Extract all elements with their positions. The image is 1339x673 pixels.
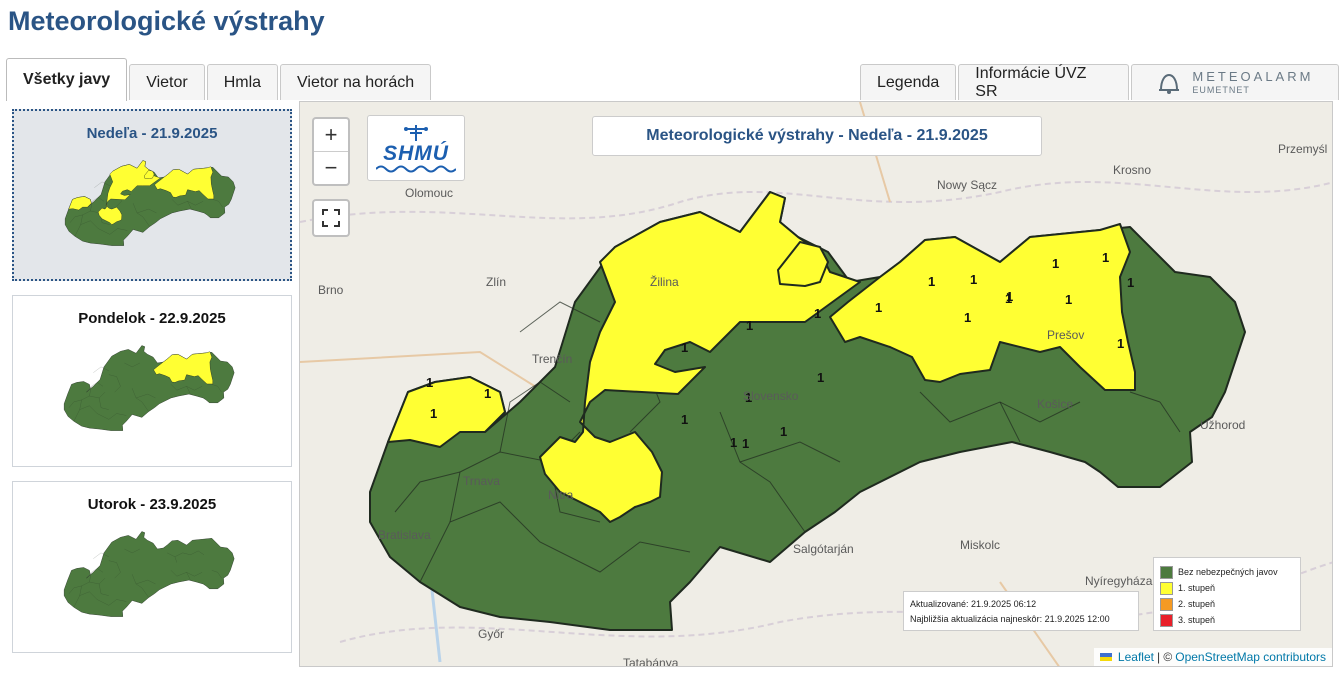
city-label: Trnava xyxy=(463,474,500,488)
day-label: Utorok - 23.9.2025 xyxy=(87,496,217,513)
city-label: Prešov xyxy=(1047,328,1085,342)
legend-label: 1. stupeň xyxy=(1178,583,1216,593)
city-label: Slovensko xyxy=(743,389,799,403)
city-label: Užhorod xyxy=(1200,418,1246,432)
legend-swatch xyxy=(1160,613,1173,627)
warning-level-label: 1 xyxy=(1117,336,1124,351)
day-card-sunday[interactable]: Nedeľa - 21.9.2025 xyxy=(12,109,292,281)
warning-level-label: 1 xyxy=(1052,256,1059,271)
city-label: Salgótarján xyxy=(793,542,854,556)
ukraine-flag-icon xyxy=(1099,653,1112,661)
legend-row: 2. stupeň xyxy=(1160,596,1294,612)
day-label: Nedeľa - 21.9.2025 xyxy=(86,125,218,142)
shmu-logo-text: SHMÚ xyxy=(383,141,449,165)
shmu-logo: SHMÚ xyxy=(367,115,465,181)
warning-level-label: 1 xyxy=(875,300,882,315)
warning-level-label: 1 xyxy=(484,386,491,401)
city-label: Trenčín xyxy=(532,352,573,366)
legend-swatch xyxy=(1160,581,1173,595)
city-label: Krosno xyxy=(1113,163,1152,177)
map-attribution: Leaflet | © OpenStreetMap contributors xyxy=(1093,648,1332,666)
warning-level-label: 1 xyxy=(970,272,977,287)
legend-label: 2. stupeň xyxy=(1178,599,1216,609)
legend-row: 3. stupeň xyxy=(1160,612,1294,628)
warning-level-label: 1 xyxy=(742,436,749,451)
warning-level-label: 1 xyxy=(1006,289,1013,304)
meteoalarm-subtitle: EUMETNET xyxy=(1192,85,1250,95)
day-card-tuesday[interactable]: Utorok - 23.9.2025 xyxy=(12,481,292,653)
city-label: Zlín xyxy=(486,275,507,289)
map-legend: Bez nebezpečných javov 1. stupeň 2. stup… xyxy=(1153,557,1301,631)
warning-level-label: 1 xyxy=(964,310,971,325)
city-label: Győr xyxy=(478,627,505,641)
city-label: Bratislava xyxy=(378,528,431,542)
fullscreen-button[interactable] xyxy=(312,199,350,237)
legend-swatch xyxy=(1160,565,1173,579)
update-info-box: Aktualizované: 21.9.2025 06:12 Najbližši… xyxy=(903,591,1139,631)
info-tabs: Legenda Informácie ÚVZ SR METEOALARM EUM… xyxy=(860,64,1339,100)
leaflet-link[interactable]: Leaflet xyxy=(1118,650,1154,664)
fullscreen-icon xyxy=(322,209,340,227)
city-label: Olomouc xyxy=(405,186,454,200)
legend-label: 3. stupeň xyxy=(1178,615,1216,625)
warning-level-label: 1 xyxy=(426,375,433,390)
warning-map[interactable]: 11111111111111111111111 Olomouc Krosno P… xyxy=(299,101,1333,667)
city-label: Košice xyxy=(1037,397,1074,411)
warning-level-label: 1 xyxy=(730,435,737,450)
map-title: Meteorologické výstrahy - Nedeľa - 21.9.… xyxy=(592,116,1042,156)
city-label: Przemyśl xyxy=(1278,142,1328,156)
mini-map-sunday xyxy=(64,160,236,246)
page-title: Meteorologické výstrahy xyxy=(8,6,325,36)
mini-map-monday xyxy=(63,345,235,431)
city-label: Žilina xyxy=(650,275,679,289)
city-label: Nyíregyháza xyxy=(1085,574,1153,588)
city-label: Miskolc xyxy=(960,538,1001,552)
shmu-weather-mast-icon xyxy=(404,124,428,141)
warning-level-label: 1 xyxy=(1102,250,1109,265)
meteoalarm-link[interactable]: METEOALARM EUMETNET xyxy=(1130,64,1339,100)
zoom-out-button[interactable]: − xyxy=(314,151,348,184)
warning-level-label: 1 xyxy=(746,318,753,333)
shmu-wave-icon xyxy=(376,165,456,172)
mini-map-tuesday xyxy=(63,531,235,617)
updated-line: Aktualizované: 21.9.2025 06:12 xyxy=(910,599,1037,609)
zoom-control: + − xyxy=(312,117,350,186)
phenomenon-tabs: Všetky javy Vietor Hmla Vietor na horách xyxy=(6,58,432,101)
tab-fog[interactable]: Hmla xyxy=(206,64,279,100)
city-label: Nitra xyxy=(548,488,574,502)
warning-level-label: 1 xyxy=(1127,275,1134,290)
legend-row: 1. stupeň xyxy=(1160,580,1294,596)
warning-level-label: 1 xyxy=(681,412,688,427)
warning-level-label: 1 xyxy=(430,406,437,421)
tab-mountain-wind[interactable]: Vietor na horách xyxy=(280,64,432,100)
day-card-monday[interactable]: Pondelok - 22.9.2025 xyxy=(12,295,292,467)
slovakia-shape xyxy=(63,531,235,617)
city-label: Tatabánya xyxy=(623,656,679,667)
tab-all-phenomena[interactable]: Všetky javy xyxy=(6,58,128,101)
tab-wind[interactable]: Vietor xyxy=(129,64,205,100)
warning-level-label: 1 xyxy=(1065,292,1072,307)
day-label: Pondelok - 22.9.2025 xyxy=(78,310,226,327)
warning-level-label: 1 xyxy=(817,370,824,385)
warning-level-label: 1 xyxy=(780,424,787,439)
city-label: Nowy Sącz xyxy=(937,178,998,192)
warning-level-label: 1 xyxy=(681,340,688,355)
legend-label: Bez nebezpečných javov xyxy=(1178,567,1278,577)
meteoalarm-title: METEOALARM xyxy=(1192,69,1314,84)
warning-level-label: 1 xyxy=(928,274,935,289)
meteoalarm-bell-icon xyxy=(1159,73,1180,94)
zoom-in-button[interactable]: + xyxy=(314,119,348,151)
legend-row: Bez nebezpečných javov xyxy=(1160,564,1294,580)
legend-swatch xyxy=(1160,597,1173,611)
next-update-line: Najbližšia aktualizácia najneskôr: 21.9.… xyxy=(910,614,1110,624)
tab-uvz-info[interactable]: Informácie ÚVZ SR xyxy=(958,64,1129,100)
day-panel: Nedeľa - 21.9.2025 Pondelok - 22.9.2025 … xyxy=(6,101,298,667)
osm-link[interactable]: OpenStreetMap contributors xyxy=(1175,650,1326,664)
attribution-separator: | © xyxy=(1156,650,1173,664)
warning-level-label: 1 xyxy=(814,306,821,321)
tab-legend[interactable]: Legenda xyxy=(860,64,957,100)
city-label: Brno xyxy=(318,283,344,297)
